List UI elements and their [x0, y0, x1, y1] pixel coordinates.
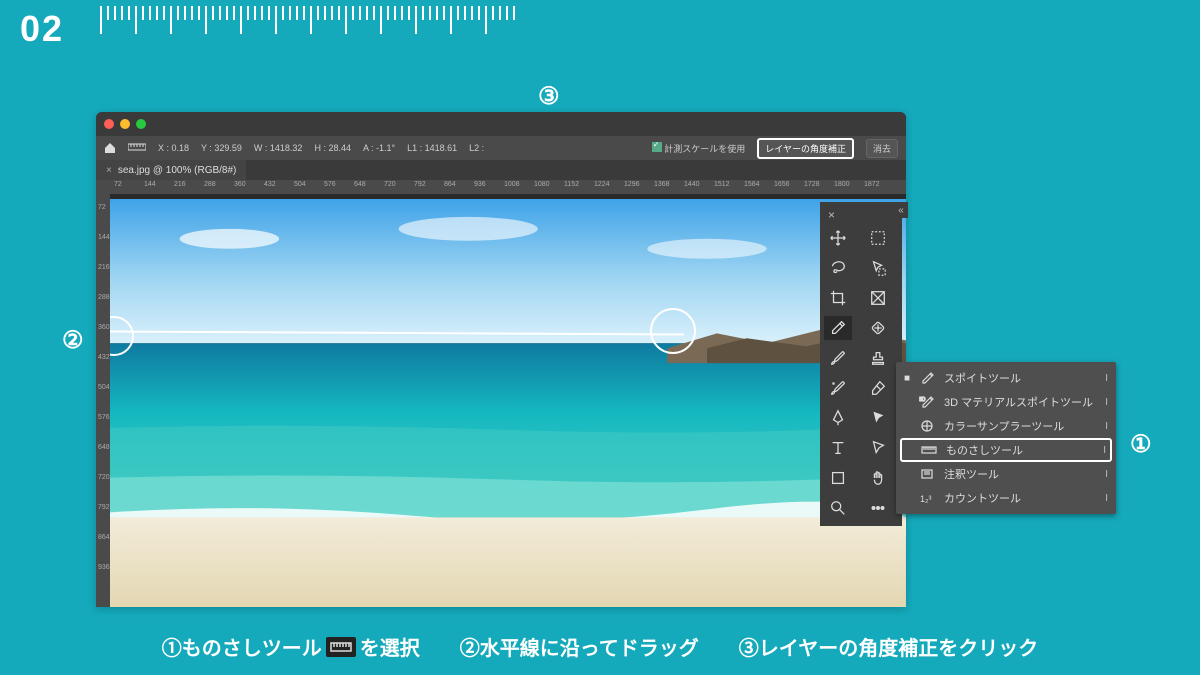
history-brush-tool-icon[interactable] — [824, 376, 852, 400]
eraser-tool-icon[interactable] — [864, 376, 892, 400]
window-titlebar — [96, 112, 906, 136]
frame-tool-icon[interactable] — [864, 286, 892, 310]
close-window-button[interactable] — [104, 119, 114, 129]
shape-tool-icon[interactable] — [824, 466, 852, 490]
brush-tool-icon[interactable] — [824, 346, 852, 370]
flyout-item-icon: 1₂³ — [918, 491, 936, 505]
pen-tool-icon[interactable] — [824, 406, 852, 430]
flyout-item-label: カラーサンプラーツール — [944, 418, 1064, 434]
healing-tool-icon[interactable] — [864, 316, 892, 340]
stamp-tool-icon[interactable] — [864, 346, 892, 370]
flyout-item-shortcut: I — [1105, 397, 1108, 408]
decorative-ruler — [100, 6, 520, 46]
flyout-item-5[interactable]: 1₂³ カウントツール I — [896, 486, 1116, 510]
document-tab[interactable]: × sea.jpg @ 100% (RGB/8#) — [96, 160, 246, 180]
opt-y: Y : 329.59 — [201, 143, 242, 153]
hand-tool-icon[interactable] — [864, 466, 892, 490]
flyout-item-4[interactable]: 注釈ツール I — [896, 462, 1116, 486]
caption-2: ②水平線に沿ってドラッグ — [460, 632, 699, 661]
opt-w: W : 1418.32 — [254, 143, 303, 153]
tools-panel: × — [820, 202, 902, 526]
direct-select-tool-icon[interactable] — [864, 436, 892, 460]
marquee-tool-icon[interactable] — [864, 226, 892, 250]
more-tools-icon[interactable] — [864, 496, 892, 520]
flyout-item-3[interactable]: ものさしツール I — [900, 438, 1112, 462]
flyout-item-icon — [918, 467, 936, 481]
quick-select-tool-icon[interactable] — [864, 256, 892, 280]
use-scale-label: 計測スケールを使用 — [664, 144, 745, 154]
ruler-icon — [326, 637, 356, 657]
flyout-item-label: カウントツール — [944, 490, 1021, 506]
flyout-item-label: 3D マテリアルスポイトツール — [944, 394, 1093, 410]
flyout-item-label: ものさしツール — [946, 442, 1023, 458]
opt-h: H : 28.44 — [314, 143, 351, 153]
flyout-item-shortcut: I — [1103, 445, 1106, 456]
flyout-item-shortcut: I — [1105, 493, 1108, 504]
zoom-tool-icon[interactable] — [824, 496, 852, 520]
flyout-item-2[interactable]: カラーサンプラーツール I — [896, 414, 1116, 438]
tool-flyout-menu: ■スポイトツールI3D3D マテリアルスポイトツールIカラーサンプラーツールIも… — [896, 362, 1116, 514]
svg-text:1₂³: 1₂³ — [920, 494, 932, 504]
options-bar: X : 0.18 Y : 329.59 W : 1418.32 H : 28.4… — [96, 136, 906, 160]
opt-l1: L1 : 1418.61 — [407, 143, 457, 153]
minimize-window-button[interactable] — [120, 119, 130, 129]
opt-l2: L2 : — [469, 143, 484, 153]
callout-1: ① — [1130, 430, 1152, 459]
document-tab-title: sea.jpg @ 100% (RGB/8#) — [118, 165, 237, 176]
use-scale-checkbox[interactable]: 計測スケールを使用 — [652, 142, 746, 155]
vertical-ruler: 72144216288360432504576648720792864936 — [96, 194, 110, 607]
svg-text:3D: 3D — [919, 397, 926, 403]
instruction-caption: ①ものさしツール を選択 ②水平線に沿ってドラッグ ③レイヤーの角度補正をクリッ… — [0, 632, 1200, 661]
slide-number: 02 — [20, 8, 64, 50]
photoshop-window: X : 0.18 Y : 329.59 W : 1418.32 H : 28.4… — [96, 112, 906, 607]
flyout-item-icon — [918, 419, 936, 433]
flyout-item-shortcut: I — [1105, 421, 1108, 432]
measure-endpoint-2[interactable] — [650, 308, 696, 354]
flyout-item-1[interactable]: 3D 3D マテリアルスポイトツール I — [896, 390, 1116, 414]
canvas-area[interactable] — [110, 194, 906, 607]
callout-2: ② — [62, 326, 84, 355]
ruler-tool-icon — [128, 142, 146, 154]
collapse-panel-icon[interactable]: « — [894, 202, 908, 218]
document-tab-bar: × sea.jpg @ 100% (RGB/8#) — [96, 160, 906, 180]
opt-x: X : 0.18 — [158, 143, 189, 153]
lasso-tool-icon[interactable] — [824, 256, 852, 280]
move-tool-icon[interactable] — [824, 226, 852, 250]
crop-tool-icon[interactable] — [824, 286, 852, 310]
opt-a: A : -1.1° — [363, 143, 395, 153]
close-tab-icon[interactable]: × — [106, 165, 112, 176]
horizontal-ruler: 7214421628836043250457664872079286493610… — [96, 180, 906, 194]
flyout-item-label: 注釈ツール — [944, 466, 999, 482]
flyout-item-icon — [920, 443, 938, 457]
caption-3: ③レイヤーの角度補正をクリック — [739, 632, 1038, 661]
callout-3: ③ — [538, 82, 560, 111]
caption-1b: を選択 — [360, 632, 420, 661]
clear-button[interactable]: 消去 — [866, 139, 898, 158]
flyout-item-icon — [918, 371, 936, 385]
path-select-tool-icon[interactable] — [864, 406, 892, 430]
type-tool-icon[interactable] — [824, 436, 852, 460]
straighten-layer-button[interactable]: レイヤーの角度補正 — [757, 138, 854, 159]
home-icon[interactable] — [104, 142, 116, 154]
close-panel-icon[interactable]: × — [824, 208, 898, 220]
flyout-item-0[interactable]: ■スポイトツールI — [896, 366, 1116, 390]
canvas-image — [110, 199, 906, 607]
flyout-item-label: スポイトツール — [944, 370, 1021, 386]
zoom-window-button[interactable] — [136, 119, 146, 129]
flyout-item-icon: 3D — [918, 395, 936, 409]
flyout-item-shortcut: I — [1105, 373, 1108, 384]
eyedropper-tool-icon[interactable] — [824, 316, 852, 340]
caption-1a: ①ものさしツール — [162, 632, 322, 661]
flyout-item-shortcut: I — [1105, 469, 1108, 480]
